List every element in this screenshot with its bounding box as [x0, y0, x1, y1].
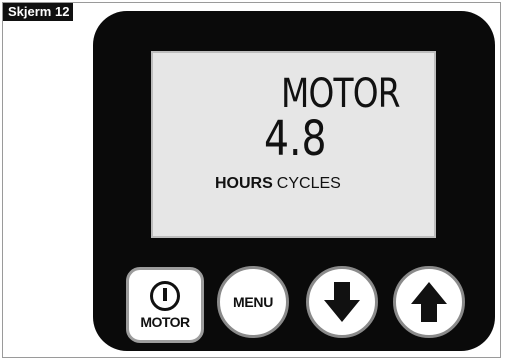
arrow-down-icon — [324, 282, 360, 322]
arrow-up-icon — [411, 282, 447, 322]
unit-cycles: CYCLES — [276, 175, 341, 192]
down-button[interactable] — [306, 266, 378, 338]
lcd-display: MOTOR 4.8 HOURS CYCLES — [151, 51, 436, 238]
motor-button-label: MOTOR — [140, 314, 190, 330]
motor-button[interactable]: MOTOR — [126, 267, 204, 343]
power-icon — [150, 281, 180, 311]
menu-button-label: MENU — [232, 294, 274, 310]
menu-button[interactable]: MENU — [217, 266, 289, 338]
display-mode-title: MOTOR — [281, 71, 400, 117]
display-value: 4.8 — [264, 111, 327, 167]
screen-label: Skjerm 12 — [3, 3, 74, 21]
up-button[interactable] — [393, 266, 465, 338]
unit-hours-selected: HOURS — [215, 175, 273, 192]
display-units: HOURS CYCLES — [215, 176, 341, 192]
